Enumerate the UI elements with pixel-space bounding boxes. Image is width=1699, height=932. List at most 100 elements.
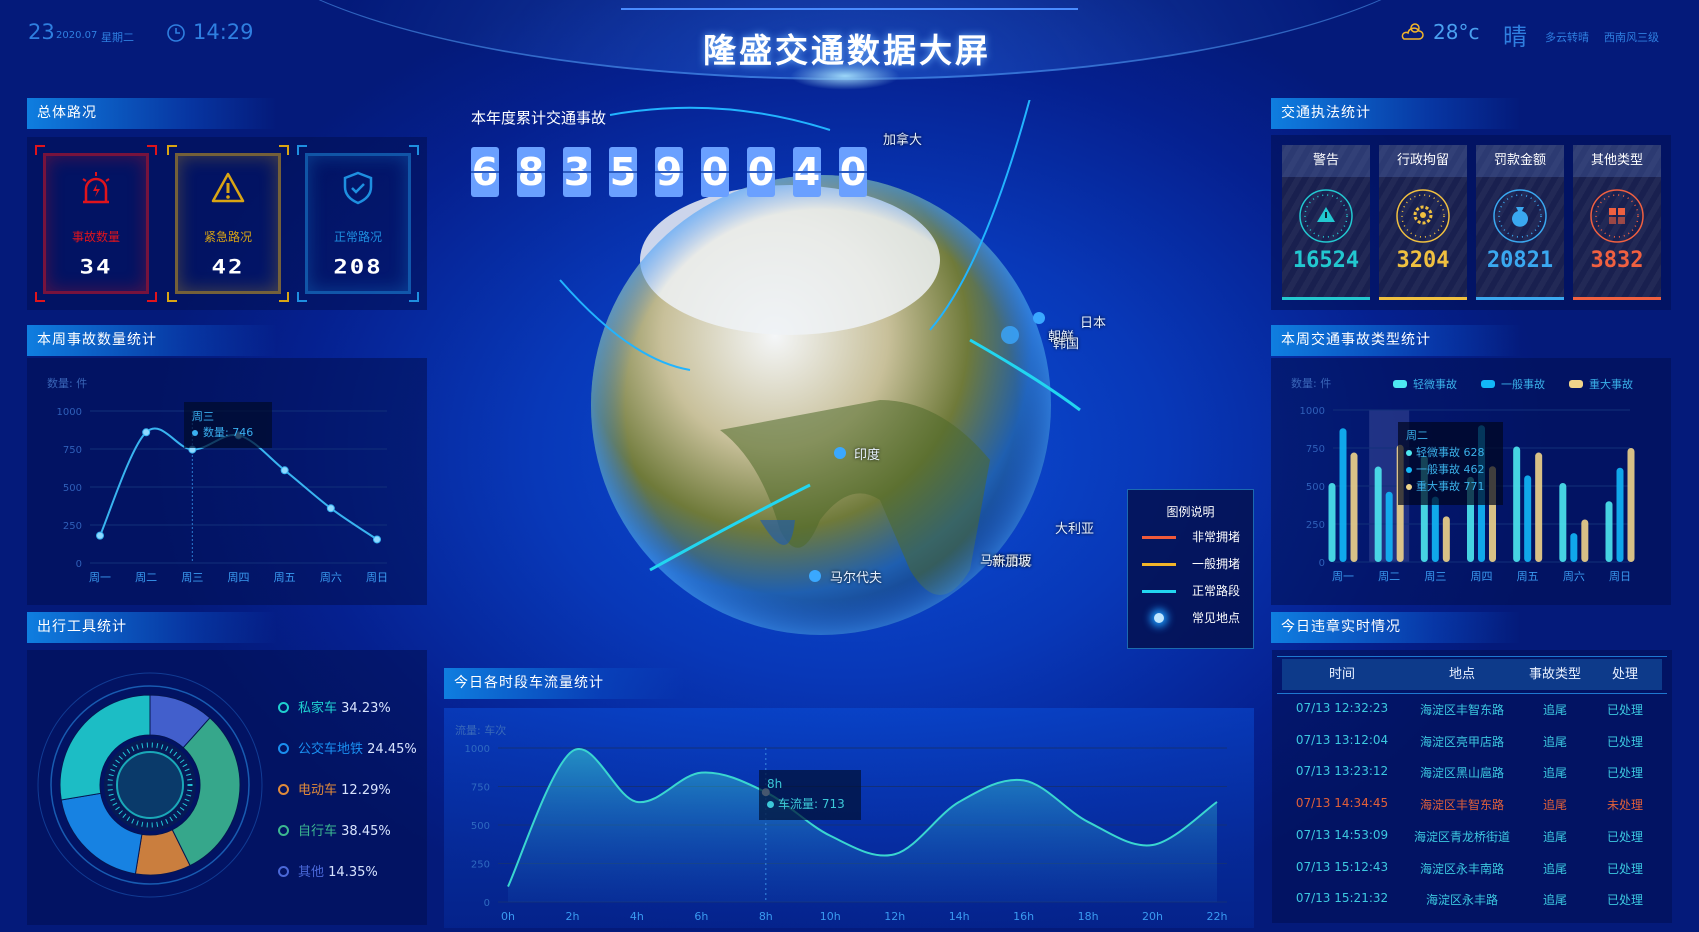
money-bag-icon (1493, 189, 1547, 243)
column-header-place: 地点 (1448, 667, 1475, 682)
bar-0[interactable] (1605, 501, 1613, 562)
y-tick-label: 0 (76, 559, 82, 570)
y-tick-label: 750 (471, 783, 490, 794)
cell-type: 追尾 (1542, 893, 1567, 908)
bar-2[interactable] (1627, 448, 1635, 562)
bar-2[interactable] (1350, 452, 1358, 562)
corner-bracket (35, 292, 45, 302)
table-row[interactable]: 07/13 13:12:04 海淀区亮甲店路 追尾 已处理 (1282, 733, 1662, 750)
weather-wind: 西南风三级 (1604, 31, 1659, 44)
data-point[interactable] (96, 531, 104, 540)
location-dot[interactable] (1033, 312, 1045, 324)
travel-legend-item[interactable]: 私家车 34.23% (278, 697, 391, 716)
table-row[interactable]: 07/13 12:32:23 海淀区丰智东路 追尾 已处理 (1282, 701, 1662, 718)
table-header: 时间 地点 事故类型 处理 (1282, 659, 1662, 690)
date-day: 23 (28, 20, 55, 44)
legend-marker (278, 825, 289, 836)
legend-value: 12.29% (341, 783, 391, 798)
travel-legend-item[interactable]: 自行车 38.45% (278, 820, 391, 839)
bar-2[interactable] (1581, 519, 1589, 562)
x-tick-label: 10h (820, 910, 841, 923)
bar-legend-item[interactable]: 重大事故 (1569, 376, 1633, 392)
bar-0[interactable] (1374, 466, 1382, 562)
bar-2[interactable] (1442, 516, 1450, 562)
bar-legend-item[interactable]: 轻微事故 (1393, 376, 1457, 392)
cell-time: 07/13 15:12:43 (1295, 859, 1389, 874)
bar-0[interactable] (1559, 482, 1567, 562)
location-dot[interactable] (809, 570, 821, 582)
x-tick-label: 周三 (1424, 570, 1446, 583)
bar-1[interactable] (1385, 491, 1393, 562)
alarm-light-icon (77, 169, 115, 207)
y-tick-label: 1000 (57, 407, 82, 418)
traffic-flow-panel: 0 250 500 750 1000 0h 2h 4h 6h 8h 10h 12h 14h 16h 18h 2… (444, 708, 1254, 928)
legend-swatch (1569, 380, 1583, 388)
bar-1[interactable] (1616, 467, 1624, 562)
table-row[interactable]: 07/13 15:21:32 海淀区永丰路 追尾 已处理 (1282, 891, 1662, 908)
bar-1[interactable] (1431, 496, 1439, 562)
legend-point-swatch (1142, 612, 1176, 626)
data-point[interactable] (280, 466, 289, 475)
location-dot[interactable] (834, 447, 846, 459)
card-value: 16524 (1292, 248, 1360, 273)
x-tick-label: 2h (565, 910, 579, 923)
enforcement-card-1[interactable]: 行政拘留 3204 (1379, 145, 1467, 300)
bar-1[interactable] (1339, 428, 1347, 562)
card-accent-bar (1282, 297, 1370, 300)
y-tick-label: 500 (471, 821, 490, 832)
y-tick-label: 250 (1306, 520, 1325, 531)
accident-types-panel: 0 250 500 750 1000 周一 周二 周三 周四 周五 周六 周日 数量: 件 轻微事故一… (1271, 358, 1671, 605)
counter-digit: 6 (471, 147, 499, 197)
cell-type: 追尾 (1542, 734, 1567, 749)
corner-bracket (147, 292, 157, 302)
geo-label: 新加坡 (992, 555, 1032, 570)
x-tick-label: 周日 (1609, 570, 1631, 583)
enforcement-card-0[interactable]: 警告 16524 (1282, 145, 1370, 300)
bar-0[interactable] (1513, 446, 1521, 562)
overview-card-1[interactable]: 紧急路况 42 (167, 145, 289, 302)
chart-tooltip: 8h 车流量: 713 (759, 770, 861, 820)
weekly-accidents-panel: 0 250 500 750 1000 周一 周二 周三 周四 周五 周六 周日 数量: 件 周三 数量… (27, 358, 427, 605)
cell-type: 追尾 (1542, 798, 1567, 813)
x-tick-label: 16h (1013, 910, 1034, 923)
traffic-flow-title: 今日各时段车流量统计 (444, 668, 684, 699)
location-dot[interactable] (1001, 326, 1019, 344)
data-point[interactable] (373, 535, 381, 544)
bar-1[interactable] (1524, 475, 1532, 562)
x-tick-label: 0h (501, 910, 515, 923)
enforcement-card-2[interactable]: 罚款金额 20821 (1476, 145, 1564, 300)
travel-legend-item[interactable]: 电动车 12.29% (278, 779, 391, 798)
tooltip-label: 轻微事故 (1416, 446, 1460, 459)
data-point[interactable] (326, 504, 335, 513)
weekly-accidents-chart: 02505007501000周一 周二 周三 周四 周五 周六 周日 (57, 407, 388, 584)
card-value: 20821 (1486, 248, 1554, 273)
bar-1[interactable] (1570, 533, 1578, 562)
overview-card-2[interactable]: 正常路况 208 (297, 145, 419, 302)
enforcement-card-3[interactable]: 其他类型 3832 (1573, 145, 1661, 300)
tooltip-day: 周二 (1406, 429, 1428, 442)
bar-0[interactable] (1328, 482, 1336, 562)
data-point[interactable] (142, 428, 151, 437)
bar-2[interactable] (1535, 452, 1543, 562)
bar-legend-item[interactable]: 一般事故 (1481, 376, 1545, 392)
legend-label: 电动车 (298, 783, 338, 798)
travel-legend-item[interactable]: 公交车地铁 24.45% (278, 738, 417, 757)
column-header-status: 处理 (1611, 667, 1638, 682)
table-row[interactable]: 07/13 13:23:12 海淀区黑山扈路 追尾 已处理 (1282, 764, 1662, 781)
table-row[interactable]: 07/13 15:12:43 海淀区永丰南路 追尾 已处理 (1282, 860, 1662, 877)
x-tick-label: 4h (630, 910, 644, 923)
overview-card-0[interactable]: 事故数量 34 (35, 145, 157, 302)
travel-donut-chart (37, 672, 263, 898)
legend-label: 重大事故 (1589, 378, 1633, 391)
card-value: 42 (211, 255, 245, 279)
geo-label: 印度 (854, 448, 881, 463)
table-row[interactable]: 07/13 14:34:45 海淀区丰智东路 追尾 未处理 (1282, 796, 1662, 813)
geo-label: 大利亚 (1055, 522, 1095, 537)
cell-status: 已处理 (1606, 861, 1643, 876)
geo-label: 日本 (1080, 316, 1107, 331)
travel-title: 出行工具统计 (27, 612, 277, 643)
table-row[interactable]: 07/13 14:53:09 海淀区青龙桥街道 追尾 已处理 (1282, 828, 1662, 845)
warning-triangle-icon (1299, 189, 1353, 243)
geo-label: 韩国 (1053, 337, 1080, 352)
travel-legend-item[interactable]: 其他 14.35% (278, 861, 378, 880)
